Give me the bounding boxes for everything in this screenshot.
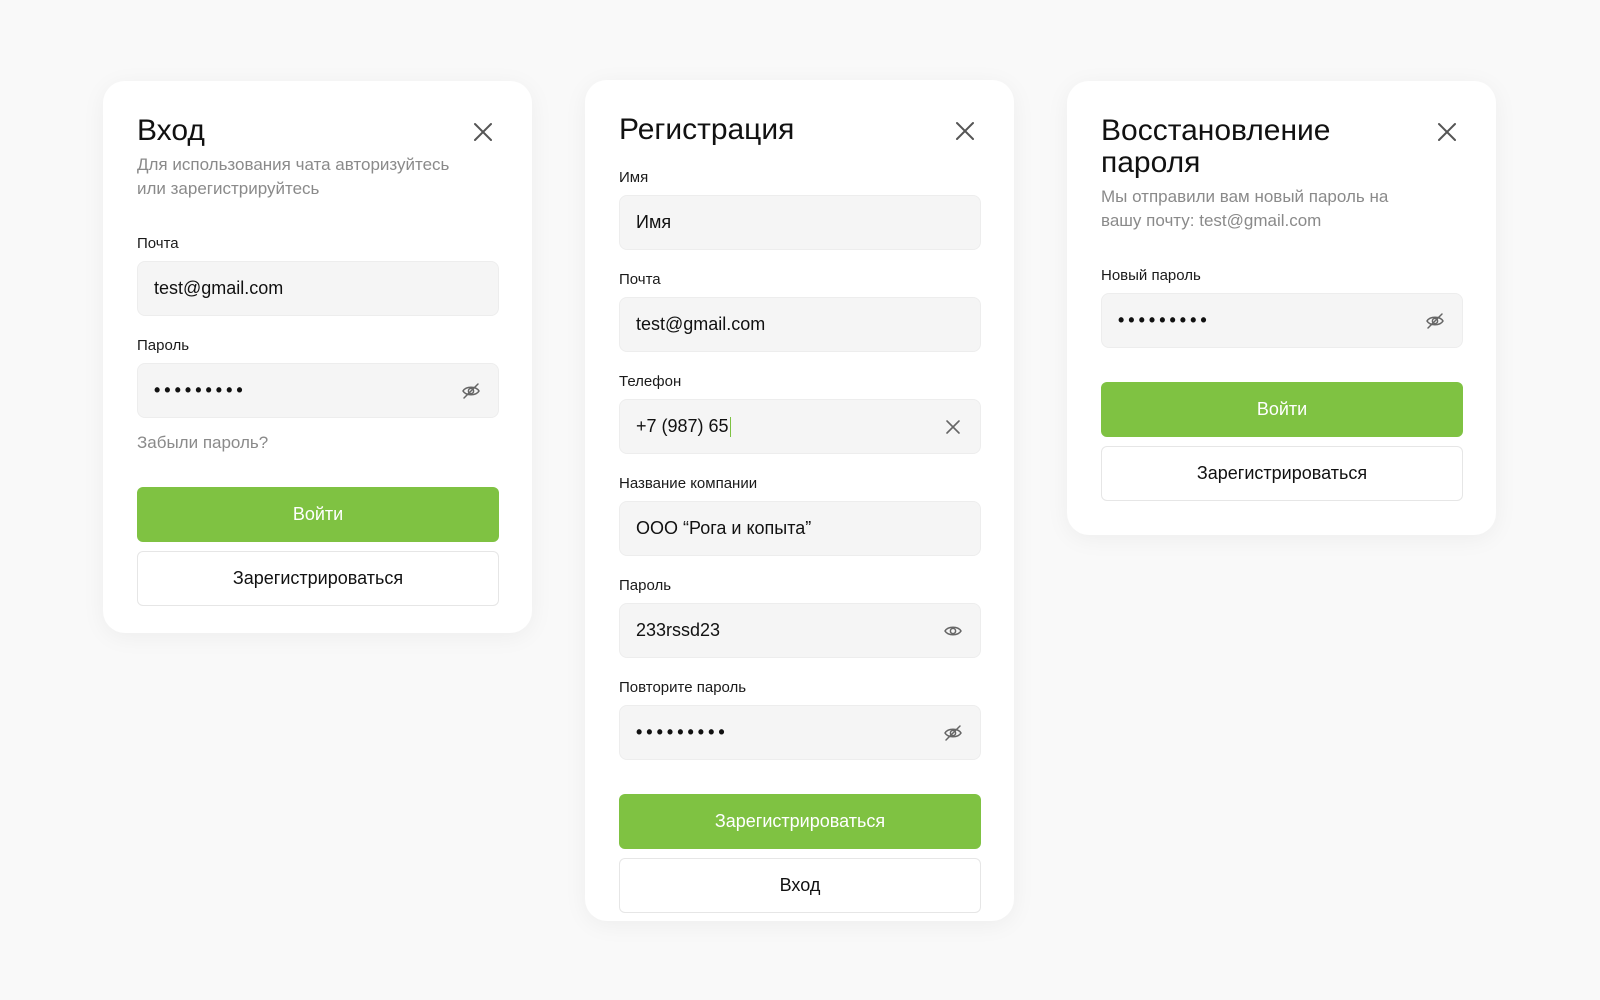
register-header: Регистрация [619,114,980,146]
recovery-title: Восстановление пароля [1101,114,1331,179]
clear-icon[interactable] [942,416,964,438]
close-icon [956,122,974,140]
register-phone-value: +7 (987) 65 [636,415,729,436]
login-password-label: Пароль [137,337,190,354]
register-phone-input[interactable]: +7 (987) 65 [619,399,981,454]
register-card: Регистрация Имя Имя Почта test@gmail.com… [585,80,1014,921]
register-close-button[interactable] [954,120,976,142]
recovery-password-label: Новый пароль [1101,267,1201,284]
register-company-value: ООО “Рога и копыта” [636,518,812,538]
register-company-input[interactable]: ООО “Рога и копыта” [619,501,981,556]
register-name-input[interactable]: Имя [619,195,981,250]
register-email-input[interactable]: test@gmail.com [619,297,981,352]
register-company-label: Название компании [619,475,758,492]
register-submit-button[interactable]: Зарегистрироваться [619,794,981,849]
register-phone-field: +7 (987) 65 [636,415,942,438]
register-password-group: Пароль 233rssd23 [619,577,981,658]
register-company-group: Название компании ООО “Рога и копыта” [619,475,981,556]
login-password-value: ••••••••• [154,380,247,400]
register-name-value: Имя [636,212,672,232]
register-login-button[interactable]: Вход [619,858,981,913]
register-password-label: Пароль [619,577,672,594]
login-email-label: Почта [137,235,179,252]
login-subtitle: Для использования чата авторизуйтесь или… [137,155,450,198]
register-phone-label: Телефон [619,373,682,390]
register-repeat-password-input[interactable]: ••••••••• [619,705,981,760]
recovery-password-group: Новый пароль ••••••••• [1101,267,1463,348]
login-card: Вход Для использования чата авторизуйтес… [103,81,532,633]
close-icon [474,123,492,141]
eye-icon[interactable] [942,620,964,642]
register-title: Регистрация [619,113,795,146]
login-title: Вход [137,114,205,147]
login-email-group: Почта test@gmail.com [137,235,499,316]
login-password-group: Пароль ••••••••• [137,337,499,418]
register-repeat-password-label: Повторите пароль [619,679,747,696]
recovery-password-input[interactable]: ••••••••• [1101,293,1463,348]
recovery-password-value: ••••••••• [1118,310,1211,330]
login-register-button[interactable]: Зарегистрироваться [137,551,499,606]
eye-off-icon[interactable] [460,380,482,402]
login-close-button[interactable] [472,121,494,143]
register-email-value: test@gmail.com [636,314,766,334]
forgot-password-link[interactable]: Забыли пароль? [137,433,498,453]
register-repeat-password-group: Повторите пароль ••••••••• [619,679,981,760]
text-caret [729,417,731,438]
recovery-login-button[interactable]: Войти [1101,382,1463,437]
login-email-value: test@gmail.com [154,278,284,298]
register-name-group: Имя Имя [619,169,981,250]
login-submit-button[interactable]: Войти [137,487,499,542]
recovery-card: Восстановление пароля Мы отправили вам н… [1067,81,1496,535]
login-header: Вход Для использования чата авторизуйтес… [137,115,498,201]
recovery-subtitle: Мы отправили вам новый пароль на вашу по… [1101,187,1389,230]
register-password-value: 233rssd23 [636,620,721,640]
recovery-header: Восстановление пароля Мы отправили вам н… [1101,115,1462,233]
register-name-label: Имя [619,169,649,186]
login-email-input[interactable]: test@gmail.com [137,261,499,316]
close-icon [1438,123,1456,141]
register-phone-group: Телефон +7 (987) 65 [619,373,981,454]
recovery-register-button[interactable]: Зарегистрироваться [1101,446,1463,501]
recovery-close-button[interactable] [1436,121,1458,143]
eye-off-icon[interactable] [1424,310,1446,332]
register-email-group: Почта test@gmail.com [619,271,981,352]
register-email-label: Почта [619,271,661,288]
register-password-input[interactable]: 233rssd23 [619,603,981,658]
eye-off-icon[interactable] [942,722,964,744]
register-repeat-password-value: ••••••••• [636,722,729,742]
login-password-input[interactable]: ••••••••• [137,363,499,418]
